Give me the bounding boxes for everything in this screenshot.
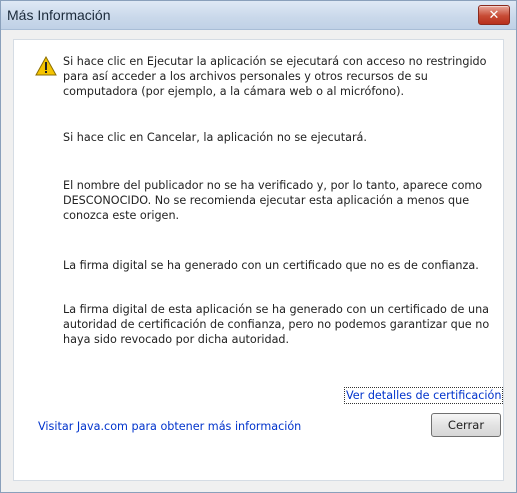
unrestricted-access-text: Si hace clic en Ejecutar la aplicación s…: [63, 55, 487, 98]
close-button[interactable]: Cerrar: [431, 413, 501, 437]
publisher-unverified-text: El nombre del publicador no se ha verifi…: [63, 179, 483, 222]
revocation-info-text: La firma digital de esta aplicación se h…: [63, 303, 490, 346]
cancel-info-text: Si hace clic en Cancelar, la aplicación …: [63, 131, 367, 144]
title-bar[interactable]: Más Información ✕: [1, 1, 516, 30]
close-window-button[interactable]: ✕: [478, 5, 510, 25]
untrusted-certificate-text: La firma digital se ha generado con un c…: [63, 259, 479, 272]
warning-icon: [35, 56, 57, 76]
java-info-link[interactable]: Visitar Java.com para obtener más inform…: [38, 420, 301, 433]
close-icon: ✕: [488, 7, 500, 23]
more-info-dialog: Más Información ✕ Si hace clic en Ejecut…: [0, 0, 517, 493]
dialog-title: Más Información: [7, 7, 111, 23]
certificate-details-link[interactable]: Ver detalles de certificación: [344, 387, 504, 404]
